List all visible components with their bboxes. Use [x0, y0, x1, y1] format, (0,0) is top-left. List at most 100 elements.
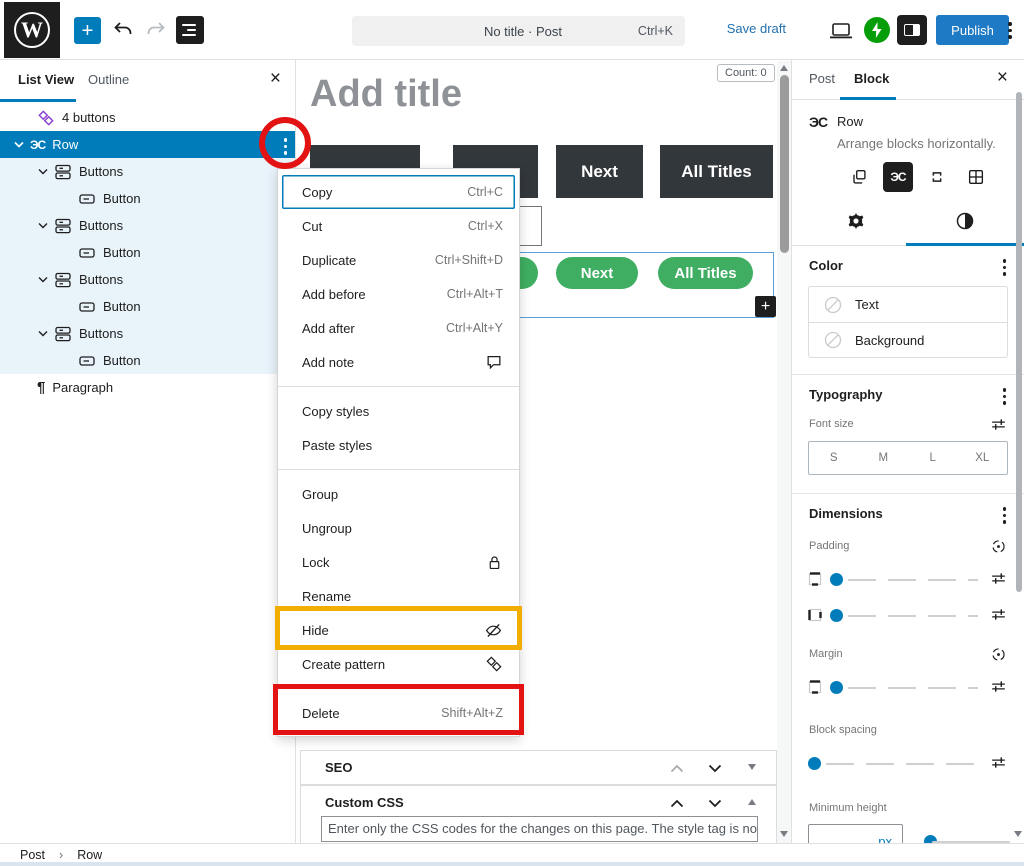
slider-track[interactable]	[848, 579, 978, 582]
breadcrumb-post[interactable]: Post	[20, 848, 45, 862]
collapse-triangle-icon[interactable]	[748, 764, 756, 770]
slider-track[interactable]	[848, 615, 978, 618]
expand-triangle-icon[interactable]	[748, 799, 756, 805]
chevron-up-icon[interactable]	[670, 760, 684, 778]
link-sides-icon[interactable]	[989, 645, 1008, 669]
tab-outline[interactable]: Outline	[88, 72, 129, 87]
menu-item-rename[interactable]: Rename	[278, 579, 519, 613]
menu-item-ungroup[interactable]: Ungroup	[278, 511, 519, 545]
slider-settings-icon[interactable]	[989, 677, 1008, 701]
block-options-kebab-icon[interactable]	[284, 138, 288, 155]
menu-item-paste-styles[interactable]: Paste styles	[278, 428, 519, 462]
chevron-down-icon[interactable]	[708, 795, 722, 813]
tab-block[interactable]: Block	[854, 71, 889, 86]
padding-horizontal-slider[interactable]	[808, 598, 1008, 632]
close-icon[interactable]: ×	[270, 68, 281, 90]
seo-metabox[interactable]: SEO	[300, 750, 777, 785]
wordpress-logo[interactable]: W	[4, 2, 60, 58]
row-variation-icon[interactable]: ЭС	[883, 162, 913, 192]
slider-handle[interactable]	[808, 757, 821, 770]
save-draft-button[interactable]: Save draft	[727, 21, 786, 36]
tree-item-buttons[interactable]: Buttons	[0, 158, 295, 185]
slider-track[interactable]	[848, 687, 978, 690]
menu-item-duplicate[interactable]: Duplicate Ctrl+Shift+D	[278, 243, 519, 277]
menu-item-create-pattern[interactable]: Create pattern	[278, 647, 519, 681]
menu-item-copy-styles[interactable]: Copy styles	[278, 394, 519, 428]
close-icon[interactable]: ×	[997, 67, 1008, 89]
green-button-next[interactable]: Next	[556, 257, 638, 289]
font-size-m[interactable]: M	[859, 442, 909, 474]
chevron-down-icon[interactable]	[36, 330, 50, 337]
styles-icon[interactable]	[954, 210, 976, 237]
tab-post[interactable]: Post	[809, 71, 835, 86]
chevron-down-icon[interactable]	[708, 760, 722, 778]
scroll-up-icon[interactable]	[780, 65, 788, 71]
block-spacing-slider[interactable]	[808, 746, 1008, 780]
tree-item-pattern[interactable]: 4 buttons	[0, 104, 295, 131]
tree-item-buttons[interactable]: Buttons	[0, 266, 295, 293]
tree-item-buttons[interactable]: Buttons	[0, 212, 295, 239]
menu-item-hide[interactable]: Hide	[278, 613, 519, 647]
green-button-all-titles[interactable]: All Titles	[658, 257, 753, 289]
font-size-s[interactable]: S	[809, 442, 859, 474]
typography-options-icon[interactable]	[1003, 388, 1007, 405]
dimensions-options-icon[interactable]	[1003, 507, 1007, 524]
dark-button-all-titles[interactable]: All Titles	[660, 145, 773, 198]
slider-settings-icon[interactable]	[989, 753, 1008, 777]
menu-item-copy[interactable]: Copy Ctrl+C	[282, 175, 515, 209]
background-color-row[interactable]: Background	[809, 322, 1007, 357]
scroll-down-icon[interactable]	[1014, 831, 1022, 837]
menu-item-add-before[interactable]: Add before Ctrl+Alt+T	[278, 277, 519, 311]
menu-item-lock[interactable]: Lock	[278, 545, 519, 579]
tree-item-buttons[interactable]: Buttons	[0, 320, 295, 347]
chevron-down-icon[interactable]	[12, 141, 26, 148]
font-size-xl[interactable]: XL	[958, 442, 1008, 474]
slider-track[interactable]	[826, 763, 978, 766]
menu-item-cut[interactable]: Cut Ctrl+X	[278, 209, 519, 243]
settings-gear-icon[interactable]	[845, 210, 867, 237]
margin-slider[interactable]	[808, 670, 1008, 704]
more-options-icon[interactable]	[1008, 22, 1012, 39]
grid-variation-icon[interactable]	[961, 162, 991, 192]
scroll-down-icon[interactable]	[780, 831, 788, 837]
scrollbar-thumb[interactable]	[780, 75, 789, 253]
chevron-up-icon[interactable]	[670, 795, 684, 813]
document-overview-toggle[interactable]	[176, 16, 204, 44]
tree-item-button[interactable]: Button	[0, 185, 295, 212]
dark-button-next[interactable]: Next	[556, 145, 643, 198]
slider-handle[interactable]	[830, 609, 843, 622]
sidebar-scrollbar-thumb[interactable]	[1016, 92, 1022, 592]
slider-handle[interactable]	[830, 681, 843, 694]
redo-icon[interactable]	[144, 18, 168, 42]
publish-button[interactable]: Publish	[936, 15, 1009, 45]
menu-item-add-after[interactable]: Add after Ctrl+Alt+Y	[278, 311, 519, 345]
slider-settings-icon[interactable]	[989, 569, 1008, 593]
chevron-down-icon[interactable]	[36, 276, 50, 283]
color-options-icon[interactable]	[1003, 259, 1007, 276]
tree-item-button[interactable]: Button	[0, 347, 295, 374]
undo-icon[interactable]	[111, 18, 135, 42]
stack-variation-icon[interactable]	[922, 162, 952, 192]
chevron-down-icon[interactable]	[36, 222, 50, 229]
canvas-scrollbar[interactable]	[777, 61, 791, 843]
tab-list-view[interactable]: List View	[18, 72, 74, 87]
tree-item-paragraph[interactable]: ¶ Paragraph	[0, 374, 295, 401]
menu-item-add-note[interactable]: Add note	[278, 345, 519, 379]
tree-item-button[interactable]: Button	[0, 239, 295, 266]
add-block-button[interactable]: +	[74, 17, 101, 44]
preview-icon[interactable]	[828, 19, 854, 43]
custom-css-metabox[interactable]: Custom CSS Enter only the CSS codes for …	[300, 785, 777, 843]
slider-handle[interactable]	[830, 573, 843, 586]
settings-sidebar-toggle[interactable]	[897, 15, 927, 45]
tree-item-button[interactable]: Button	[0, 293, 295, 320]
slider-settings-icon[interactable]	[989, 605, 1008, 629]
menu-item-delete[interactable]: Delete Shift+Alt+Z	[278, 696, 519, 730]
command-palette-bar[interactable]: No title · Post Ctrl+K	[352, 16, 685, 46]
post-title-placeholder[interactable]: Add title	[310, 73, 462, 116]
text-color-row[interactable]: Text	[809, 287, 1007, 322]
font-size-settings-icon[interactable]	[989, 415, 1008, 439]
jetpack-icon[interactable]	[864, 17, 890, 43]
custom-css-textarea[interactable]: Enter only the CSS codes for the changes…	[321, 816, 758, 842]
block-append-button[interactable]: +	[755, 296, 776, 317]
group-variation-icon[interactable]	[844, 162, 874, 192]
